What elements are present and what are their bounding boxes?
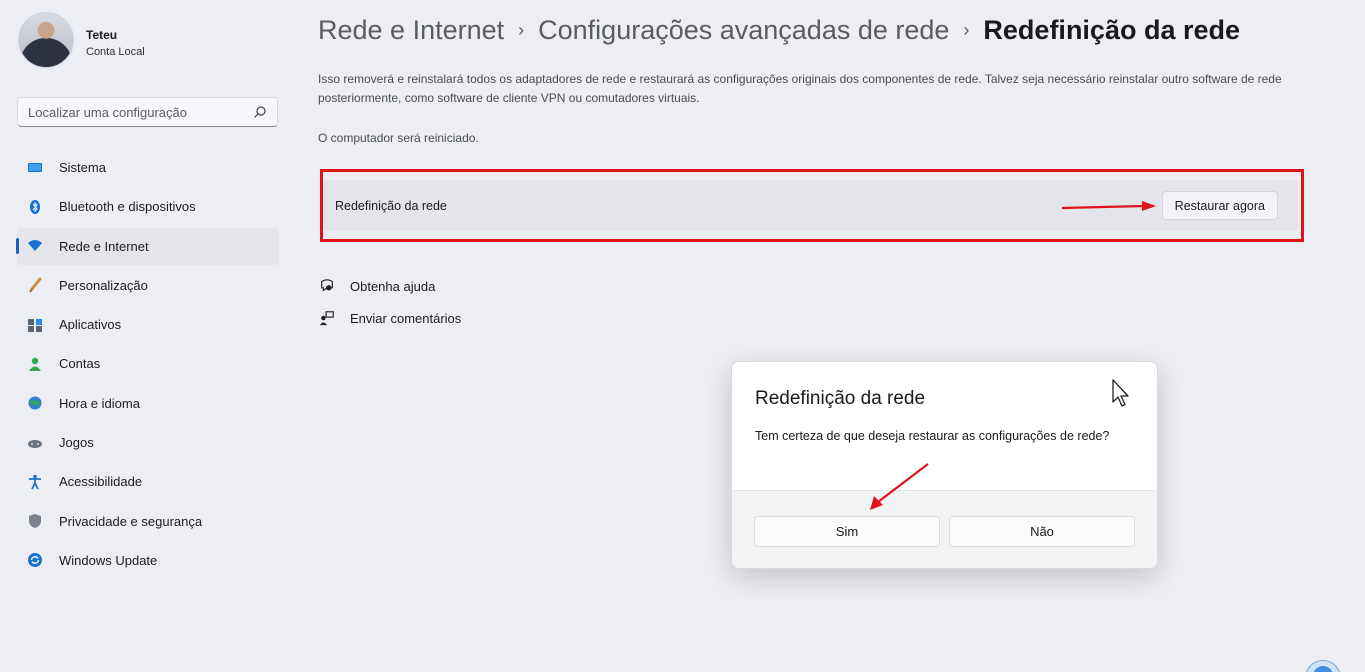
breadcrumb-config-avancadas[interactable]: Configurações avançadas de rede xyxy=(538,15,949,45)
update-icon xyxy=(27,552,43,568)
gamepad-icon xyxy=(27,435,43,451)
sidebar-item-bluetooth[interactable]: Bluetooth e dispositivos xyxy=(17,188,279,225)
mouse-cursor-icon xyxy=(1112,379,1129,407)
sidebar-item-acessibilidade[interactable]: Acessibilidade xyxy=(17,463,279,500)
network-reset-label: Redefinição da rede xyxy=(335,198,447,213)
sidebar-item-label: Hora e idioma xyxy=(59,395,140,411)
bluetooth-icon xyxy=(27,199,43,215)
breadcrumb-separator: › xyxy=(518,20,525,40)
account-icon xyxy=(27,356,43,372)
sidebar-item-sistema[interactable]: Sistema xyxy=(17,149,279,186)
user-profile[interactable]: Teteu Conta Local xyxy=(18,12,145,68)
dialog-title: Redefinição da rede xyxy=(755,388,926,409)
sidebar: Teteu Conta Local Sistema Bluetooth e di… xyxy=(0,0,290,672)
sidebar-item-windows-update[interactable]: Windows Update xyxy=(17,542,279,579)
sidebar-item-personalizacao[interactable]: Personalização xyxy=(17,267,279,304)
page-description: Isso removerá e reinstalará todos os ada… xyxy=(318,72,1282,105)
restore-now-button[interactable]: Restaurar agora xyxy=(1161,191,1278,220)
sidebar-item-label: Contas xyxy=(59,356,101,372)
search-icon[interactable] xyxy=(253,105,267,119)
sidebar-item-contas[interactable]: Contas xyxy=(17,345,279,382)
dialog-footer: Sim Não xyxy=(732,490,1157,568)
breadcrumb-separator: › xyxy=(963,20,970,40)
search-input[interactable] xyxy=(28,104,253,120)
network-reset-card: Redefinição da rede Restaurar agora xyxy=(323,180,1298,231)
page-title: Redefinição da rede xyxy=(983,15,1241,45)
sidebar-item-label: Personalização xyxy=(59,277,148,293)
feedback-icon xyxy=(318,309,336,327)
shield-icon xyxy=(27,513,43,529)
help-links: Obtenha ajuda Enviar comentários xyxy=(318,270,461,334)
confirm-dialog: Redefinição da rede Tem certeza de que d… xyxy=(731,361,1158,569)
send-feedback-link[interactable]: Enviar comentários xyxy=(318,302,461,334)
accessibility-icon xyxy=(27,474,43,490)
globe-clock-icon xyxy=(27,395,43,411)
sidebar-item-label: Jogos xyxy=(59,435,94,451)
breadcrumb: Rede e Internet › Configurações avançadas … xyxy=(318,15,1240,46)
sidebar-item-label: Windows Update xyxy=(59,552,158,568)
sidebar-item-label: Acessibilidade xyxy=(59,474,143,490)
sidebar-item-label: Rede e Internet xyxy=(59,238,149,254)
sidebar-item-label: Bluetooth e dispositivos xyxy=(59,199,196,215)
restart-note: O computador será reiniciado. xyxy=(318,131,479,145)
sidebar-item-label: Privacidade e segurança xyxy=(59,513,203,529)
sidebar-item-aplicativos[interactable]: Aplicativos xyxy=(17,306,279,343)
yes-button[interactable]: Sim xyxy=(754,516,940,547)
dialog-message: Tem certeza de que deseja restaurar as c… xyxy=(755,429,1110,443)
sidebar-nav: Sistema Bluetooth e dispositivos Rede e … xyxy=(16,149,279,581)
profile-account-type: Conta Local xyxy=(86,46,145,58)
sidebar-item-label: Sistema xyxy=(59,160,106,175)
sidebar-item-hora-idioma[interactable]: Hora e idioma xyxy=(17,385,279,422)
get-help-link[interactable]: Obtenha ajuda xyxy=(318,270,461,302)
apps-icon xyxy=(27,317,43,333)
brush-icon xyxy=(27,277,43,293)
search-box[interactable] xyxy=(17,97,278,127)
wifi-icon xyxy=(27,238,43,254)
breadcrumb-rede-internet[interactable]: Rede e Internet xyxy=(318,15,504,45)
get-help-label: Obtenha ajuda xyxy=(350,278,436,294)
sidebar-item-rede[interactable]: Rede e Internet xyxy=(16,227,279,265)
send-feedback-label: Enviar comentários xyxy=(350,310,462,326)
sidebar-item-label: Aplicativos xyxy=(59,317,122,333)
sidebar-item-jogos[interactable]: Jogos xyxy=(17,424,279,461)
help-icon xyxy=(318,277,336,295)
corner-avatar-icon xyxy=(1305,660,1341,672)
profile-name: Teteu xyxy=(86,28,118,42)
avatar xyxy=(18,12,74,68)
sidebar-item-privacidade[interactable]: Privacidade e segurança xyxy=(17,503,279,540)
no-button[interactable]: Não xyxy=(949,516,1135,547)
system-monitor-icon xyxy=(27,160,43,176)
